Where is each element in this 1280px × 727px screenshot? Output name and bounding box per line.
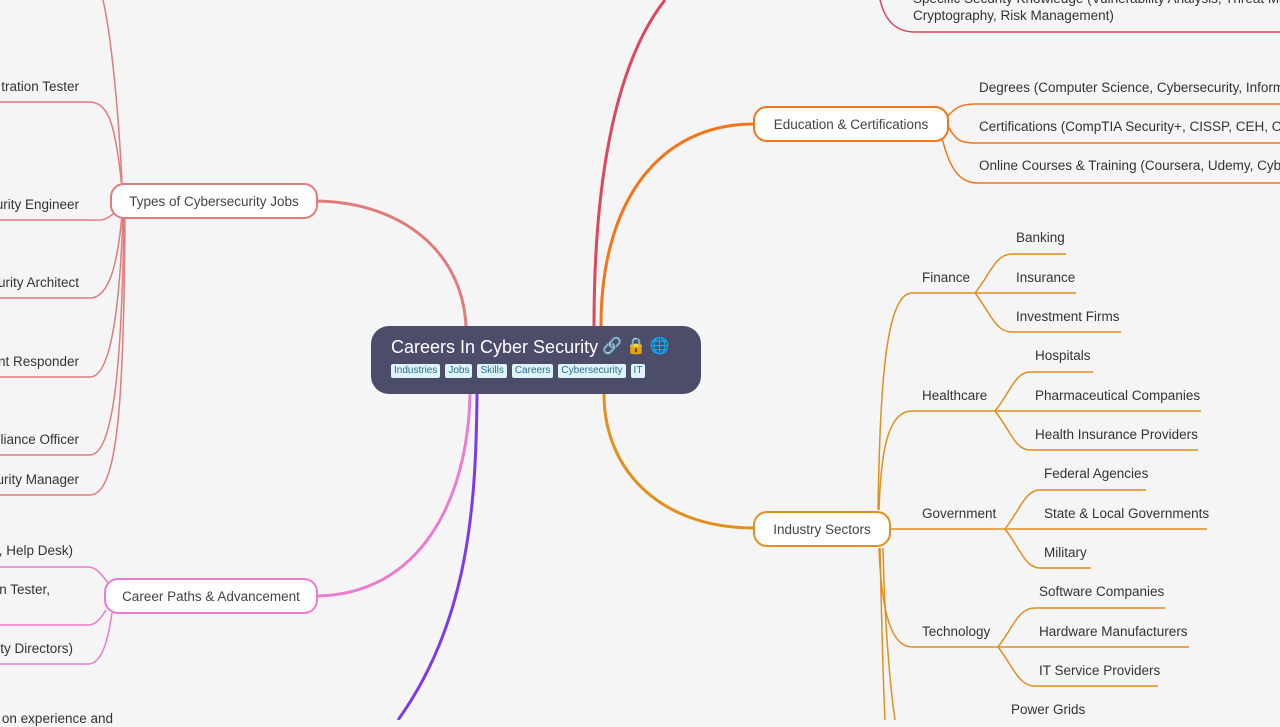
sector-healthcare-pharma[interactable]: Pharmaceutical Companies bbox=[1035, 388, 1200, 404]
link-education bbox=[599, 122, 755, 327]
root-node[interactable]: Careers In Cyber Security 🔗 🔒 🌐 Industri… bbox=[371, 326, 701, 394]
sector-healthcare-insurance[interactable]: Health Insurance Providers bbox=[1035, 427, 1198, 443]
job-incident-responder[interactable]: nt Responder bbox=[0, 354, 79, 370]
link-icon[interactable]: 🔗 bbox=[602, 334, 622, 360]
job-security-manager[interactable]: urity Manager bbox=[0, 472, 79, 488]
job-penetration-tester[interactable]: tration Tester bbox=[1, 79, 79, 95]
root-tags: Industries Jobs Skills Careers Cybersecu… bbox=[391, 364, 681, 378]
skill-specific-security-knowledge-line2: Cryptography, Risk Management) bbox=[913, 8, 1114, 23]
job-compliance-officer[interactable]: pliance Officer bbox=[0, 432, 79, 448]
sector-government[interactable]: Government bbox=[922, 506, 996, 522]
sector-government-federal[interactable]: Federal Agencies bbox=[1044, 466, 1148, 482]
job-security-engineer[interactable]: urity Engineer bbox=[0, 197, 79, 213]
sector-technology-software[interactable]: Software Companies bbox=[1039, 584, 1164, 600]
sector-energy-power-grids[interactable]: Power Grids bbox=[1011, 702, 1085, 718]
branch-types-of-jobs[interactable]: Types of Cybersecurity Jobs bbox=[110, 183, 318, 219]
links-types-children bbox=[0, 0, 126, 496]
sector-finance-insurance[interactable]: Insurance bbox=[1016, 270, 1075, 286]
purple-branch-child[interactable]: on experience and bbox=[2, 711, 113, 727]
branch-career-paths[interactable]: Career Paths & Advancement bbox=[104, 578, 318, 614]
job-security-architect[interactable]: urity Architect bbox=[0, 275, 79, 291]
sector-technology-it-services[interactable]: IT Service Providers bbox=[1039, 663, 1160, 679]
sector-government-state-local[interactable]: State & Local Governments bbox=[1044, 506, 1209, 522]
tag-careers[interactable]: Careers bbox=[511, 364, 554, 378]
sector-finance[interactable]: Finance bbox=[922, 270, 970, 286]
tag-it[interactable]: IT bbox=[630, 364, 646, 378]
skill-specific-security-knowledge[interactable]: Specific Security Knowledge (Vulnerabili… bbox=[913, 0, 1280, 7]
link-industry bbox=[602, 393, 755, 530]
tag-cybersecurity[interactable]: Cybersecurity bbox=[558, 364, 626, 378]
branch-education[interactable]: Education & Certifications bbox=[753, 106, 949, 142]
root-title-row: Careers In Cyber Security 🔗 🔒 🌐 bbox=[391, 334, 681, 360]
root-title: Careers In Cyber Security bbox=[391, 337, 599, 357]
tag-skills[interactable]: Skills bbox=[477, 364, 507, 378]
globe-icon: 🌐 bbox=[649, 338, 670, 355]
edu-online-courses[interactable]: Online Courses & Training (Coursera, Ude… bbox=[979, 158, 1280, 174]
sector-healthcare-hospitals[interactable]: Hospitals bbox=[1035, 348, 1091, 364]
sector-technology[interactable]: Technology bbox=[922, 624, 990, 640]
sector-finance-investment[interactable]: Investment Firms bbox=[1016, 309, 1120, 325]
tag-industries[interactable]: Industries bbox=[391, 364, 441, 378]
sector-government-military[interactable]: Military bbox=[1044, 545, 1087, 561]
sector-finance-banking[interactable]: Banking bbox=[1016, 230, 1065, 246]
tag-jobs[interactable]: Jobs bbox=[445, 364, 473, 378]
career-senior-level[interactable]: ty Directors) bbox=[0, 641, 73, 657]
link-types-of-jobs bbox=[315, 199, 468, 327]
link-career-paths bbox=[315, 393, 472, 598]
branch-industry-sectors[interactable]: Industry Sectors bbox=[753, 511, 891, 547]
career-mid-level[interactable]: n Tester, bbox=[0, 582, 50, 598]
edu-certifications[interactable]: Certifications (CompTIA Security+, CISSP… bbox=[979, 119, 1280, 135]
career-entry-level[interactable]: , Help Desk) bbox=[0, 543, 73, 559]
sector-healthcare[interactable]: Healthcare bbox=[922, 388, 987, 404]
lock-icon: 🔒 bbox=[626, 338, 646, 355]
edu-degrees[interactable]: Degrees (Computer Science, Cybersecurity… bbox=[979, 80, 1280, 96]
sector-technology-hardware[interactable]: Hardware Manufacturers bbox=[1039, 624, 1188, 640]
